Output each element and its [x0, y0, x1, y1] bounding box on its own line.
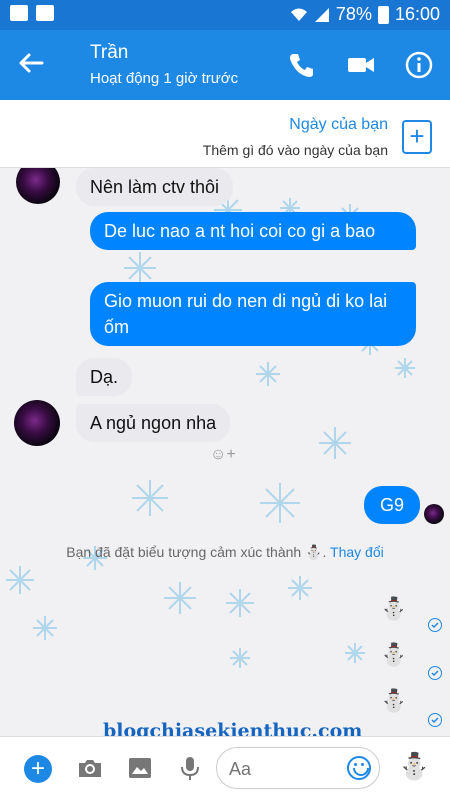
- sent-check-icon: [428, 618, 442, 632]
- gallery-notification-icon: [10, 5, 28, 21]
- send-snowman-button[interactable]: ⛄: [398, 751, 430, 782]
- battery-icon: [377, 5, 389, 24]
- your-day-title[interactable]: Ngày của bạn: [289, 116, 388, 134]
- back-arrow-icon[interactable]: [16, 48, 46, 78]
- conversation-header: Trần Hoạt động 1 giờ trước: [0, 30, 450, 100]
- contact-avatar[interactable]: [16, 168, 60, 204]
- clock: 16:00: [394, 4, 440, 24]
- watermark: blogchiasekienthuc.com: [103, 720, 363, 736]
- contact-name[interactable]: Trần: [90, 42, 128, 64]
- sent-check-icon: [428, 666, 442, 680]
- message-notification-icon: [36, 5, 54, 21]
- signal-icon: [314, 7, 329, 22]
- change-emoji-link[interactable]: Thay đổi: [330, 544, 384, 560]
- outgoing-message[interactable]: Gio muon rui do nen di ngủ di ko lai ốm: [90, 282, 416, 346]
- camera-icon[interactable]: [76, 754, 104, 782]
- sent-check-icon: [428, 713, 442, 727]
- emoji-change-notice: Bạn đã đặt biểu tượng cảm xúc thành ⛄. T…: [0, 542, 450, 562]
- outgoing-message[interactable]: G9: [364, 486, 421, 524]
- video-icon[interactable]: [346, 50, 376, 80]
- add-to-day-button[interactable]: +: [402, 120, 432, 154]
- message-composer: + ⛄: [0, 736, 450, 800]
- snowman-message[interactable]: ⛄: [380, 642, 407, 668]
- contact-avatar[interactable]: [14, 400, 60, 446]
- microphone-icon[interactable]: [176, 754, 204, 782]
- snowman-message[interactable]: ⛄: [380, 688, 407, 714]
- more-actions-button[interactable]: +: [24, 755, 52, 783]
- message-thread[interactable]: Nên làm ctv thôi De luc nao a nt hoi coi…: [0, 168, 450, 736]
- message-input-wrapper[interactable]: [216, 747, 380, 789]
- status-bar: 78% 16:00: [0, 0, 450, 30]
- incoming-message[interactable]: Nên làm ctv thôi: [76, 168, 234, 206]
- message-input[interactable]: [229, 757, 339, 781]
- battery-percent: 78%: [335, 4, 372, 24]
- read-receipt-avatar: [424, 504, 444, 524]
- info-icon[interactable]: [404, 50, 434, 80]
- your-day-banner[interactable]: Ngày của bạn Thêm gì đó vào ngày của bạn…: [0, 100, 450, 168]
- wifi-icon: [290, 8, 307, 21]
- incoming-message[interactable]: A ngủ ngon nha: [76, 404, 231, 442]
- emoji-change-text: Bạn đã đặt biểu tượng cảm xúc thành ⛄.: [66, 544, 327, 560]
- your-day-subtitle: Thêm gì đó vào ngày của bạn: [202, 142, 388, 158]
- outgoing-message[interactable]: De luc nao a nt hoi coi co gi a bao: [90, 212, 416, 250]
- contact-status: Hoạt động 1 giờ trước: [90, 70, 239, 87]
- phone-icon[interactable]: [286, 50, 316, 80]
- add-reaction-icon[interactable]: ☺+: [210, 446, 238, 466]
- snowman-message[interactable]: ⛄: [380, 596, 407, 622]
- emoji-icon[interactable]: [347, 756, 371, 780]
- incoming-message[interactable]: Dạ.: [76, 358, 133, 396]
- image-icon[interactable]: [126, 754, 154, 782]
